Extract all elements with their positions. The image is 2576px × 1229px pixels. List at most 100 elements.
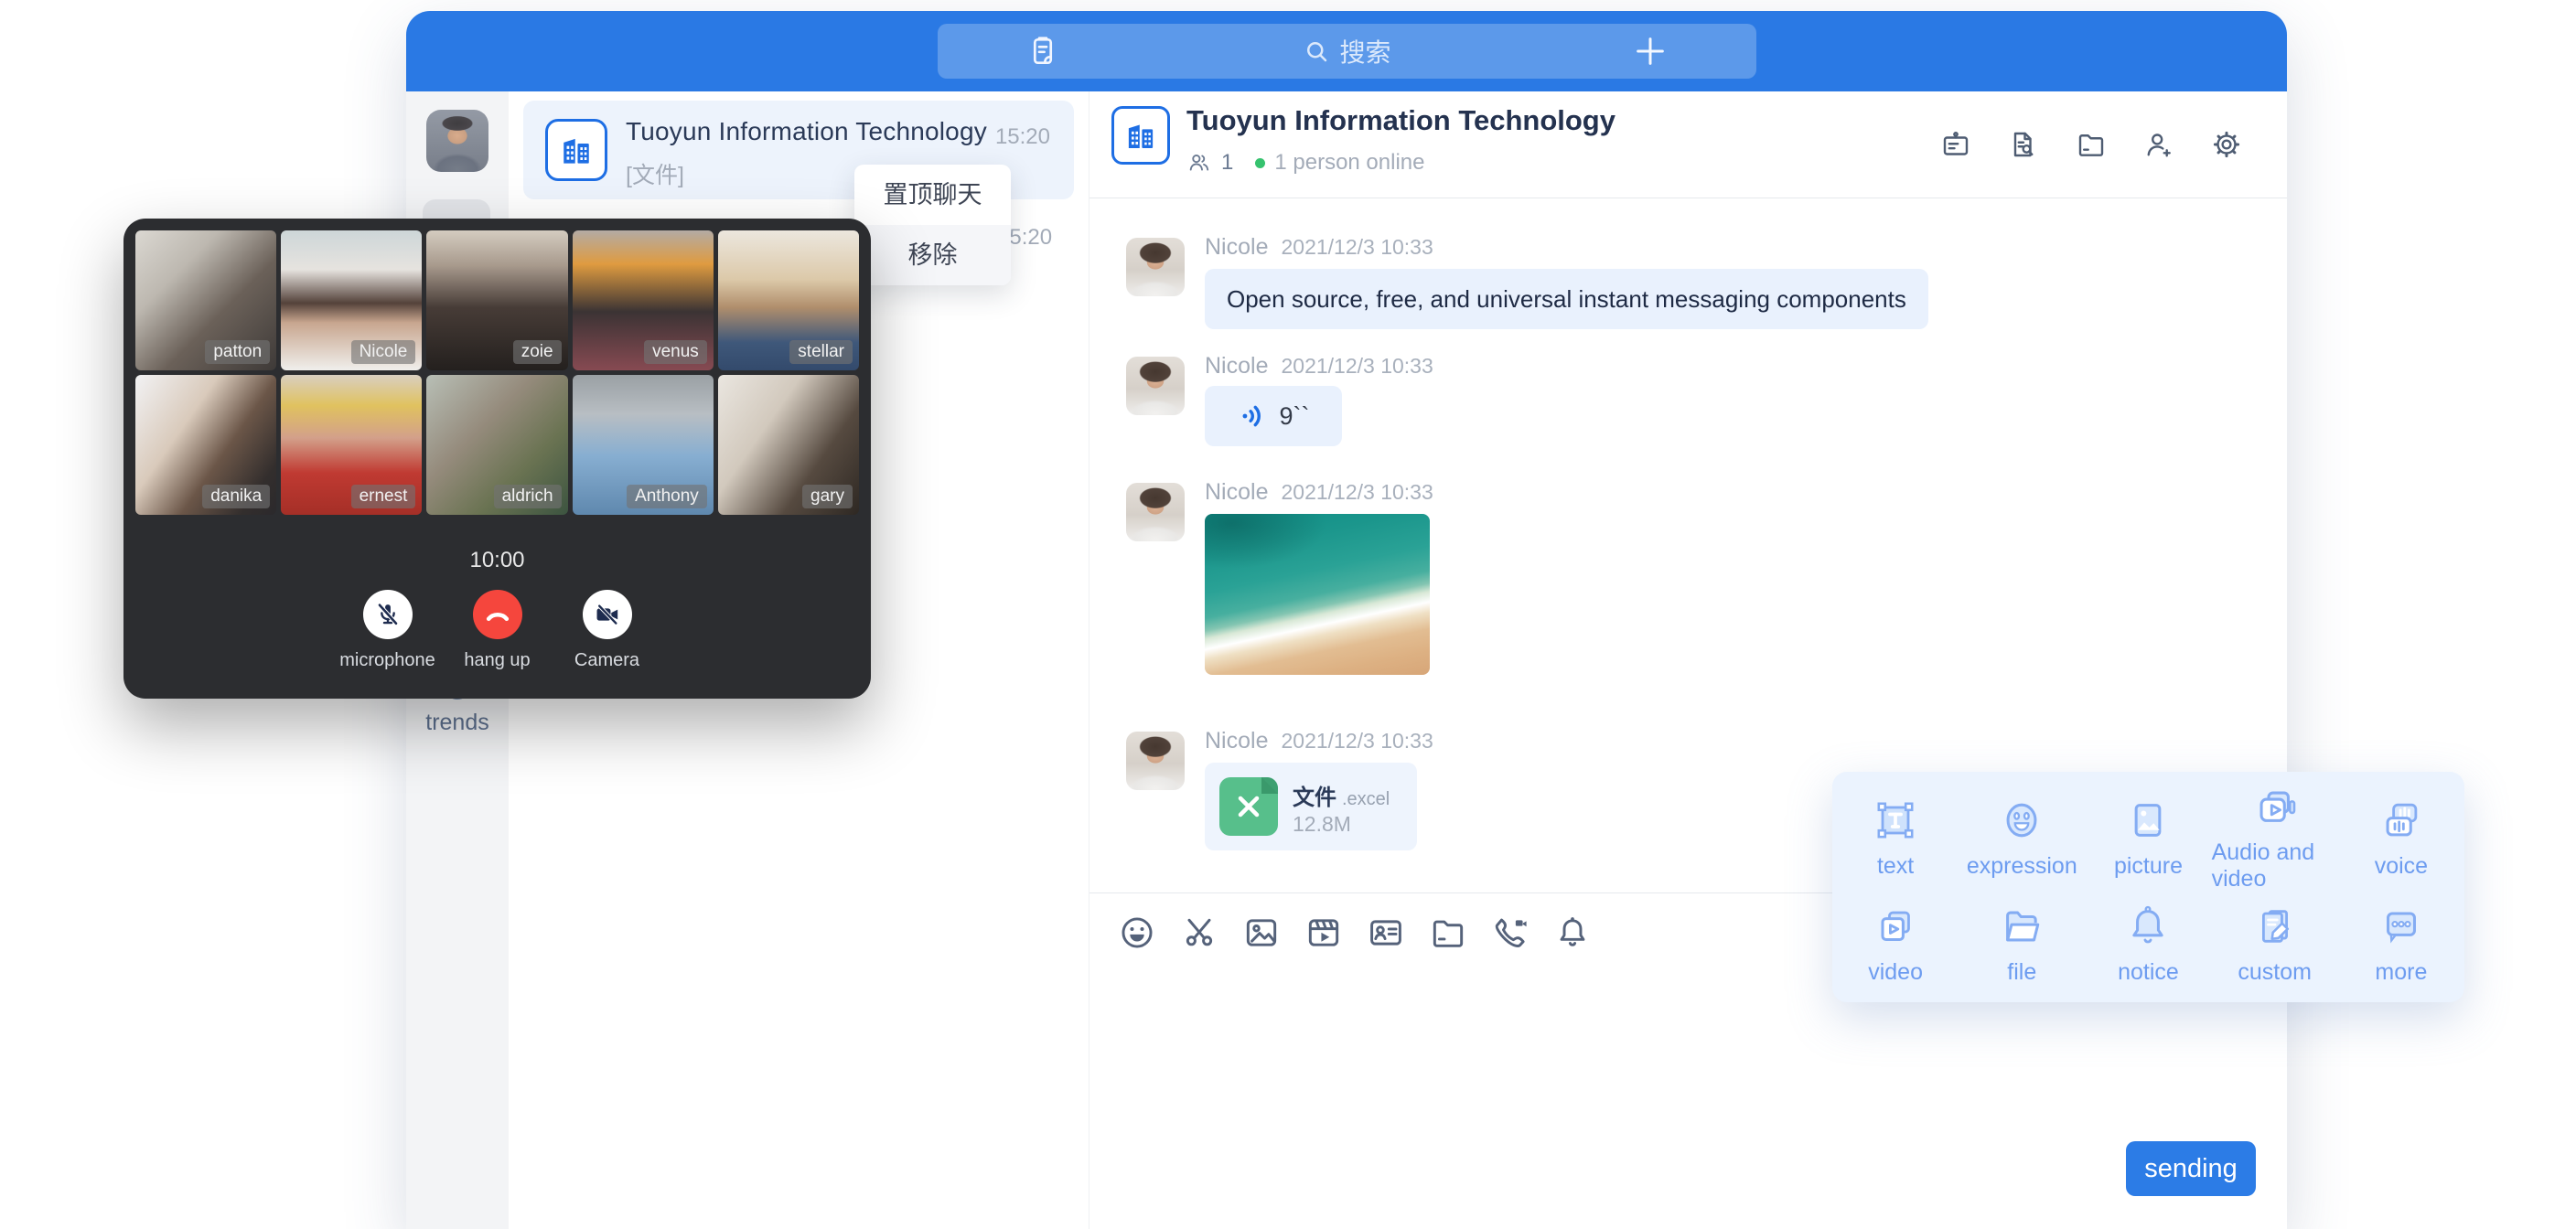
group-avatar [545, 119, 607, 181]
member-count: 1 [1221, 150, 1233, 176]
panel-item-audio-video[interactable]: Audio and video [2212, 781, 2338, 892]
image-message[interactable] [1205, 514, 1430, 675]
context-menu: 置顶聊天 移除 [854, 165, 1011, 285]
panel-text-icon [1870, 795, 1921, 846]
file-ext: .excel [1342, 789, 1390, 809]
x-glyph [1232, 790, 1265, 823]
doc-search-icon[interactable] [2007, 128, 2040, 161]
panel-video-icon [1870, 901, 1921, 952]
microphone-button[interactable]: microphone [333, 590, 443, 671]
microphone-label: microphone [333, 650, 443, 671]
call-controls: microphone hang up Camera [123, 590, 871, 671]
participant-tile: gary [718, 375, 859, 515]
participant-tile: stellar [718, 230, 859, 370]
participant-tile: danika [135, 375, 276, 515]
building-icon [556, 130, 596, 170]
participant-tile: aldrich [426, 375, 567, 515]
image-icon[interactable] [1241, 913, 1282, 953]
conversation-last-message: [文件] [626, 157, 684, 190]
panel-expression-icon [1996, 795, 2047, 846]
conversation-title: Tuoyun Information Technology [626, 117, 987, 146]
camera-off-icon [593, 600, 622, 629]
camera-button[interactable]: Camera [553, 590, 662, 671]
panel-item-expression[interactable]: expression [1959, 781, 2085, 892]
user-avatar[interactable] [426, 110, 488, 172]
panel-audio-video-icon [2249, 781, 2301, 832]
sender-name: Nicole [1205, 353, 1268, 379]
panel-item-picture[interactable]: picture [2085, 781, 2211, 892]
participant-name: aldrich [494, 485, 562, 508]
memo-phone-icon[interactable] [1025, 34, 1060, 69]
participant-name: Nicole [351, 340, 416, 364]
panel-picture-icon [2122, 795, 2174, 846]
panel-item-notice[interactable]: notice [2085, 892, 2211, 993]
gear-icon[interactable] [2210, 128, 2243, 161]
participant-name: stellar [789, 340, 853, 364]
search-bar[interactable]: 搜索 [938, 24, 1756, 79]
call-timer: 10:00 [123, 548, 871, 573]
sound-wave-icon [1238, 401, 1269, 432]
participant-tile: Anthony [573, 375, 714, 515]
sender-avatar[interactable] [1126, 357, 1185, 415]
hang-up-button[interactable]: hang up [443, 590, 553, 671]
menu-item-remove[interactable]: 移除 [854, 225, 1011, 285]
video-call-overlay: patton Nicole zoie venus stellar danika … [123, 219, 871, 699]
participant-name: venus [644, 340, 707, 364]
panel-notice-icon [2122, 901, 2174, 952]
message-toolbar [1117, 913, 1593, 953]
file-message[interactable]: 文件.excel 12.8M [1205, 763, 1417, 850]
voice-duration: 9`` [1280, 402, 1310, 431]
phone-camera-icon[interactable] [1490, 913, 1530, 953]
search-placeholder: 搜索 [1339, 33, 1390, 69]
message-type-panel: text expression picture Audio and video … [1832, 772, 2464, 1002]
id-card-icon[interactable] [1366, 913, 1406, 953]
participant-name: ernest [351, 485, 416, 508]
bell-icon[interactable] [1552, 913, 1593, 953]
participant-tile: patton [135, 230, 276, 370]
message-time: 2021/12/3 10:33 [1281, 729, 1433, 753]
hang-up-label: hang up [443, 650, 553, 671]
trends-label: trends [406, 710, 509, 736]
message-time: 2021/12/3 10:33 [1281, 480, 1433, 504]
panel-more-icon [2376, 901, 2427, 952]
folder-icon[interactable] [2075, 128, 2108, 161]
sender-avatar[interactable] [1126, 483, 1185, 541]
file-x-icon [1219, 777, 1278, 836]
send-button[interactable]: sending [2126, 1141, 2256, 1196]
screenshot-root: 搜索 trends Tuoyun Information Technology … [0, 0, 2576, 1229]
message-time: 2021/12/3 10:33 [1281, 235, 1433, 259]
online-status: 1 person online [1274, 150, 1424, 176]
participant-name: danika [202, 485, 270, 508]
panel-item-file[interactable]: file [1959, 892, 2085, 993]
members-icon [1186, 150, 1212, 176]
chat-subtitle: 1 1 person online [1186, 150, 1424, 176]
participant-name: Anthony [627, 485, 707, 508]
sender-avatar[interactable] [1126, 732, 1185, 790]
panel-item-video[interactable]: video [1832, 892, 1959, 993]
panel-item-custom[interactable]: custom [2212, 892, 2338, 993]
scissors-icon[interactable] [1179, 913, 1219, 953]
online-dot [1255, 158, 1265, 168]
noticeboard-icon[interactable] [1939, 128, 1972, 161]
panel-item-text[interactable]: text [1832, 781, 1959, 892]
panel-item-more[interactable]: more [2338, 892, 2464, 993]
clapper-icon[interactable] [1304, 913, 1344, 953]
participant-tile: venus [573, 230, 714, 370]
person-add-icon[interactable] [2142, 128, 2175, 161]
participant-tile: ernest [281, 375, 422, 515]
sender-avatar[interactable] [1126, 238, 1185, 296]
voice-message[interactable]: 9`` [1205, 386, 1342, 446]
sender-name: Nicole [1205, 234, 1268, 260]
sender-name: Nicole [1205, 728, 1268, 753]
plus-icon[interactable] [1632, 33, 1669, 69]
participant-name: gary [802, 485, 853, 508]
file-name: 文件.excel [1293, 779, 1390, 811]
mic-off-icon [373, 600, 402, 629]
panel-item-voice[interactable]: voice [2338, 781, 2464, 892]
chat-header-actions [1939, 128, 2243, 161]
folder-icon[interactable] [1428, 913, 1468, 953]
smiley-icon[interactable] [1117, 913, 1157, 953]
file-size: 12.8M [1293, 812, 1351, 837]
participant-tile: zoie [426, 230, 567, 370]
menu-item-pin-chat[interactable]: 置顶聊天 [854, 165, 1011, 225]
